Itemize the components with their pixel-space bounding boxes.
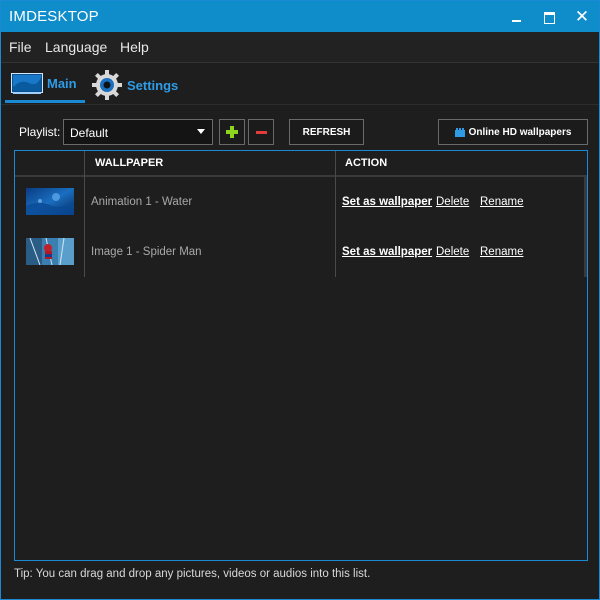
playlist-toolbar: Playlist: Default REFRESH Online HD wall… (1, 105, 599, 149)
online-hd-wallpapers-button[interactable]: Online HD wallpapers (438, 119, 588, 145)
rename-link[interactable]: Rename (480, 246, 523, 258)
wallpaper-table[interactable]: WALLPAPER ACTION Animation 1 - Water Set… (14, 150, 588, 561)
vertical-scrollbar[interactable] (584, 177, 587, 277)
menu-language[interactable]: Language (45, 39, 107, 55)
tab-settings-label: Settings (127, 77, 179, 93)
tab-main-label: Main (47, 76, 77, 91)
set-as-wallpaper-link[interactable]: Set as wallpaper (342, 246, 432, 258)
column-header-wallpaper[interactable]: WALLPAPER (95, 157, 163, 169)
menu-help[interactable]: Help (120, 39, 149, 55)
playlist-label: Playlist: (19, 125, 61, 139)
gear-icon (91, 69, 123, 101)
water-thumbnail (26, 188, 74, 215)
monitor-icon (11, 72, 43, 95)
refresh-button[interactable]: REFRESH (289, 119, 364, 145)
table-row[interactable]: Animation 1 - Water Set as wallpaper Del… (15, 177, 587, 227)
maximize-button[interactable] (532, 1, 564, 32)
close-button[interactable]: ✕ (566, 1, 598, 32)
add-playlist-button[interactable] (219, 119, 245, 145)
table-header: WALLPAPER ACTION (15, 151, 587, 177)
playlist-selected-value: Default (70, 126, 109, 140)
tip-text: Tip: You can drag and drop any pictures,… (14, 568, 371, 580)
minus-icon (256, 131, 267, 134)
app-window: IMDESKTOP ✕ File Language Help Main Sett… (0, 0, 600, 600)
remove-playlist-button[interactable] (248, 119, 274, 145)
minimize-button[interactable] (500, 1, 532, 32)
wallpaper-name: Animation 1 - Water (91, 196, 193, 208)
wallpaper-name: Image 1 - Spider Man (91, 246, 202, 258)
table-row[interactable]: Image 1 - Spider Man Set as wallpaper De… (15, 227, 587, 277)
title-bar[interactable]: IMDESKTOP ✕ (1, 1, 599, 32)
column-header-action[interactable]: ACTION (345, 157, 387, 169)
camera-icon (454, 127, 465, 137)
menu-file[interactable]: File (9, 39, 32, 55)
delete-link[interactable]: Delete (436, 196, 469, 208)
playlist-select[interactable]: Default (63, 119, 213, 145)
tab-main[interactable]: Main (5, 67, 85, 103)
window-title: IMDESKTOP (9, 8, 99, 25)
spiderman-thumbnail (26, 237, 74, 266)
chevron-down-icon (197, 129, 205, 134)
delete-link[interactable]: Delete (436, 246, 469, 258)
set-as-wallpaper-link[interactable]: Set as wallpaper (342, 196, 432, 208)
rename-link[interactable]: Rename (480, 196, 523, 208)
menu-bar: File Language Help (1, 32, 599, 63)
tab-settings[interactable]: Settings (91, 67, 191, 103)
online-hd-wallpapers-label: Online HD wallpapers (468, 126, 572, 138)
tab-bar: Main Settings (1, 63, 599, 105)
